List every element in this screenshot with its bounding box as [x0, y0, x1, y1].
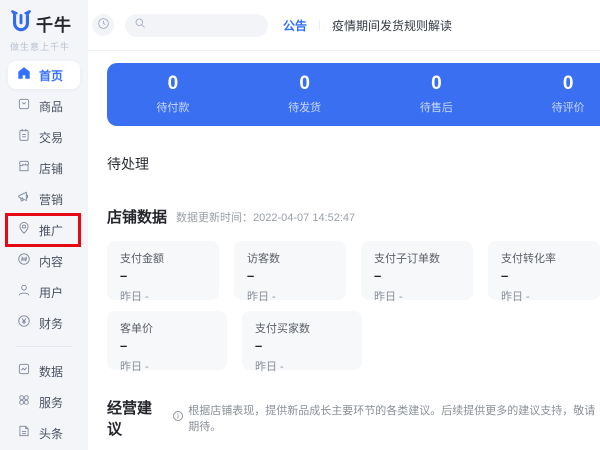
goods-icon	[17, 97, 31, 116]
sidebar-item-label: 商品	[39, 98, 63, 115]
todo-stats-banner: 0 待付款 0 待发货 0 待售后 0 待评价	[107, 63, 600, 126]
shop-data-cards-row2: 客单价 – 昨日 - 支付买家数 – 昨日 -	[107, 311, 600, 370]
sidebar-item-service[interactable]: 服务	[0, 387, 88, 417]
card-conversion-rate[interactable]: 支付转化率 – 昨日 -	[488, 241, 600, 300]
card-subtext: 昨日 -	[120, 288, 219, 304]
sidebar-item-shop[interactable]: 店铺	[0, 153, 88, 183]
main-content: 0 待付款 0 待发货 0 待售后 0 待评价 待处理 店铺数据 数据更新时间：…	[88, 52, 600, 450]
sidebar-item-label: 财务	[39, 315, 63, 332]
logo-block: 千牛 做生意上千牛	[0, 0, 88, 58]
headlines-icon	[17, 424, 31, 443]
sidebar-item-label: 用户	[39, 284, 63, 301]
card-visitors[interactable]: 访客数 – 昨日 -	[234, 241, 346, 300]
card-value: –	[120, 269, 219, 282]
card-value: –	[374, 269, 473, 282]
sidebar-item-label: 营销	[39, 191, 63, 208]
announcement-separator: ｜	[314, 17, 325, 33]
sidebar-item-trade[interactable]: 交易	[0, 122, 88, 152]
card-value: –	[120, 339, 227, 352]
card-title: 支付转化率	[501, 250, 600, 266]
stat-label: 待发货	[288, 99, 321, 115]
stat-label: 待评价	[552, 99, 585, 115]
card-subtext: 昨日 -	[501, 288, 600, 304]
stat-pending-shipment[interactable]: 0 待发货	[239, 63, 371, 126]
info-icon	[172, 409, 184, 427]
sidebar-item-promotion[interactable]: 推广	[0, 215, 88, 245]
sidebar-item-goods[interactable]: 商品	[0, 91, 88, 121]
home-icon	[17, 66, 31, 85]
top-bar: 公告 ｜ 疫情期间发货规则解读	[88, 0, 600, 51]
data-update-time: 数据更新时间：2022-04-07 14:52:47	[176, 209, 355, 225]
sidebar-item-headlines[interactable]: 头条	[0, 418, 88, 448]
sidebar: 千牛 做生意上千牛 首页 商品 交易 店铺	[0, 0, 88, 450]
card-title: 支付金额	[120, 250, 219, 266]
stat-value: 0	[563, 74, 574, 95]
stat-value: 0	[299, 74, 310, 95]
advice-section-title: 经营建议	[107, 397, 163, 439]
card-title: 支付买家数	[255, 320, 362, 336]
sidebar-item-label: 内容	[39, 253, 63, 270]
card-paying-buyers[interactable]: 支付买家数 – 昨日 -	[242, 311, 362, 370]
sidebar-menu: 首页 商品 交易 店铺 营销	[0, 60, 88, 448]
shop-icon	[17, 159, 31, 178]
data-icon	[17, 362, 31, 381]
service-icon	[17, 393, 31, 412]
card-payment-amount[interactable]: 支付金额 – 昨日 -	[107, 241, 219, 300]
sidebar-item-label: 首页	[39, 67, 63, 84]
card-subtext: 昨日 -	[374, 288, 473, 304]
announcement: 公告 ｜ 疫情期间发货规则解读	[283, 17, 452, 34]
card-title: 支付子订单数	[374, 250, 473, 266]
card-subtext: 昨日 -	[120, 358, 227, 374]
sidebar-item-finance[interactable]: 财务	[0, 308, 88, 338]
stat-value: 0	[431, 74, 442, 95]
trade-icon	[17, 128, 31, 147]
shop-data-cards-row1: 支付金额 – 昨日 - 访客数 – 昨日 - 支付子订单数 – 昨日 - 支付转…	[107, 241, 600, 300]
card-avg-order-value[interactable]: 客单价 – 昨日 -	[107, 311, 227, 370]
stat-label: 待售后	[420, 99, 453, 115]
finance-icon	[17, 314, 31, 333]
search-input[interactable]	[151, 19, 251, 31]
search-icon	[134, 16, 146, 34]
sidebar-item-marketing[interactable]: 营销	[0, 184, 88, 214]
promotion-icon	[17, 221, 31, 240]
logo-title: 千牛	[36, 11, 72, 36]
sidebar-item-users[interactable]: 用户	[0, 277, 88, 307]
card-value: –	[247, 269, 346, 282]
card-subtext: 昨日 -	[255, 358, 362, 374]
stat-value: 0	[168, 74, 179, 95]
card-title: 客单价	[120, 320, 227, 336]
search-bar	[125, 14, 268, 37]
stat-pending-aftersale[interactable]: 0 待售后	[371, 63, 503, 126]
stat-label: 待付款	[156, 99, 189, 115]
logo-subtitle: 做生意上千牛	[10, 40, 88, 53]
sidebar-item-content[interactable]: 内容	[0, 246, 88, 276]
sidebar-item-label: 服务	[39, 394, 63, 411]
stat-pending-review[interactable]: 0 待评价	[502, 63, 600, 126]
card-value: –	[501, 269, 600, 282]
pending-section-title: 待处理	[107, 154, 600, 174]
sidebar-item-label: 数据	[39, 363, 63, 380]
stat-pending-payment[interactable]: 0 待付款	[107, 63, 239, 126]
history-clock-button[interactable]	[92, 14, 114, 36]
shop-data-section-title: 店铺数据	[107, 206, 167, 227]
clock-icon	[97, 17, 110, 33]
advice-note: 根据店铺表现，提供新品成长主要环节的各类建议。后续提供更多的建议支持，敬请期待。	[188, 402, 600, 434]
card-paid-suborders[interactable]: 支付子订单数 – 昨日 -	[361, 241, 473, 300]
sidebar-item-label: 头条	[39, 425, 63, 442]
sidebar-item-label: 店铺	[39, 160, 63, 177]
content-icon	[17, 252, 31, 271]
card-value: –	[255, 339, 362, 352]
sidebar-item-home[interactable]: 首页	[0, 60, 88, 90]
sidebar-divider	[16, 346, 72, 347]
sidebar-item-label: 交易	[39, 129, 63, 146]
users-icon	[17, 283, 31, 302]
bull-logo-icon	[10, 10, 32, 37]
marketing-icon	[17, 190, 31, 209]
sidebar-item-label: 推广	[39, 222, 63, 239]
sidebar-item-data[interactable]: 数据	[0, 356, 88, 386]
card-title: 访客数	[247, 250, 346, 266]
announcement-link[interactable]: 疫情期间发货规则解读	[332, 17, 452, 34]
announcement-label[interactable]: 公告	[283, 17, 307, 34]
card-subtext: 昨日 -	[247, 288, 346, 304]
